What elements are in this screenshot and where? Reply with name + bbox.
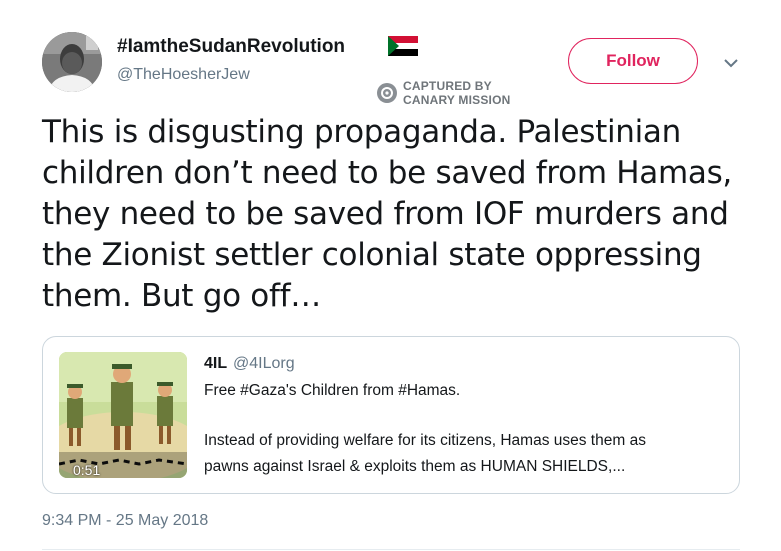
divider: [42, 549, 740, 550]
quoted-tweet-card[interactable]: 0:51 4IL @4ILorg Free #Gaza's Children f…: [42, 336, 740, 494]
tweet-text-line: This is disgusting propaganda. Palestini…: [42, 114, 681, 150]
quoted-author-name[interactable]: 4IL: [204, 355, 227, 373]
quoted-author-handle[interactable]: @4ILorg: [233, 355, 295, 373]
tweet-text: This is disgusting propaganda. Palestini…: [42, 112, 754, 317]
watermark-line1: CAPTURED BY: [403, 79, 492, 93]
canary-logo-icon: [377, 83, 397, 103]
watermark-text: CAPTURED BY CANARY MISSION: [403, 79, 510, 107]
author-display-name[interactable]: #IamtheSudanRevolution: [117, 36, 345, 58]
avatar[interactable]: [42, 32, 102, 92]
quoted-text-line3: pawns against Israel & exploits them as …: [204, 458, 626, 475]
follow-button[interactable]: Follow: [568, 38, 698, 84]
tweet-text-line: children don’t need to be saved from Ham…: [42, 155, 732, 191]
author-handle[interactable]: @TheHoesherJew: [117, 66, 250, 84]
video-thumbnail[interactable]: 0:51: [59, 352, 187, 478]
video-duration: 0:51: [73, 462, 101, 478]
tweet-text-line: they need to be saved from IOF murders a…: [42, 196, 729, 232]
tweet-text-line: the Zionist settler colonial state oppre…: [42, 237, 702, 273]
canary-mission-watermark: CAPTURED BY CANARY MISSION: [377, 79, 510, 107]
watermark-line2: CANARY MISSION: [403, 93, 511, 107]
quoted-text-line2: Instead of providing welfare for its cit…: [204, 432, 646, 449]
tweet-text-line: them. But go off…: [42, 278, 321, 314]
chevron-down-icon[interactable]: [720, 52, 742, 74]
sudan-flag-icon: [388, 36, 418, 56]
quoted-text-line1: Free #Gaza's Children from #Hamas.: [204, 382, 461, 399]
tweet-timestamp[interactable]: 9:34 PM - 25 May 2018: [42, 512, 208, 530]
